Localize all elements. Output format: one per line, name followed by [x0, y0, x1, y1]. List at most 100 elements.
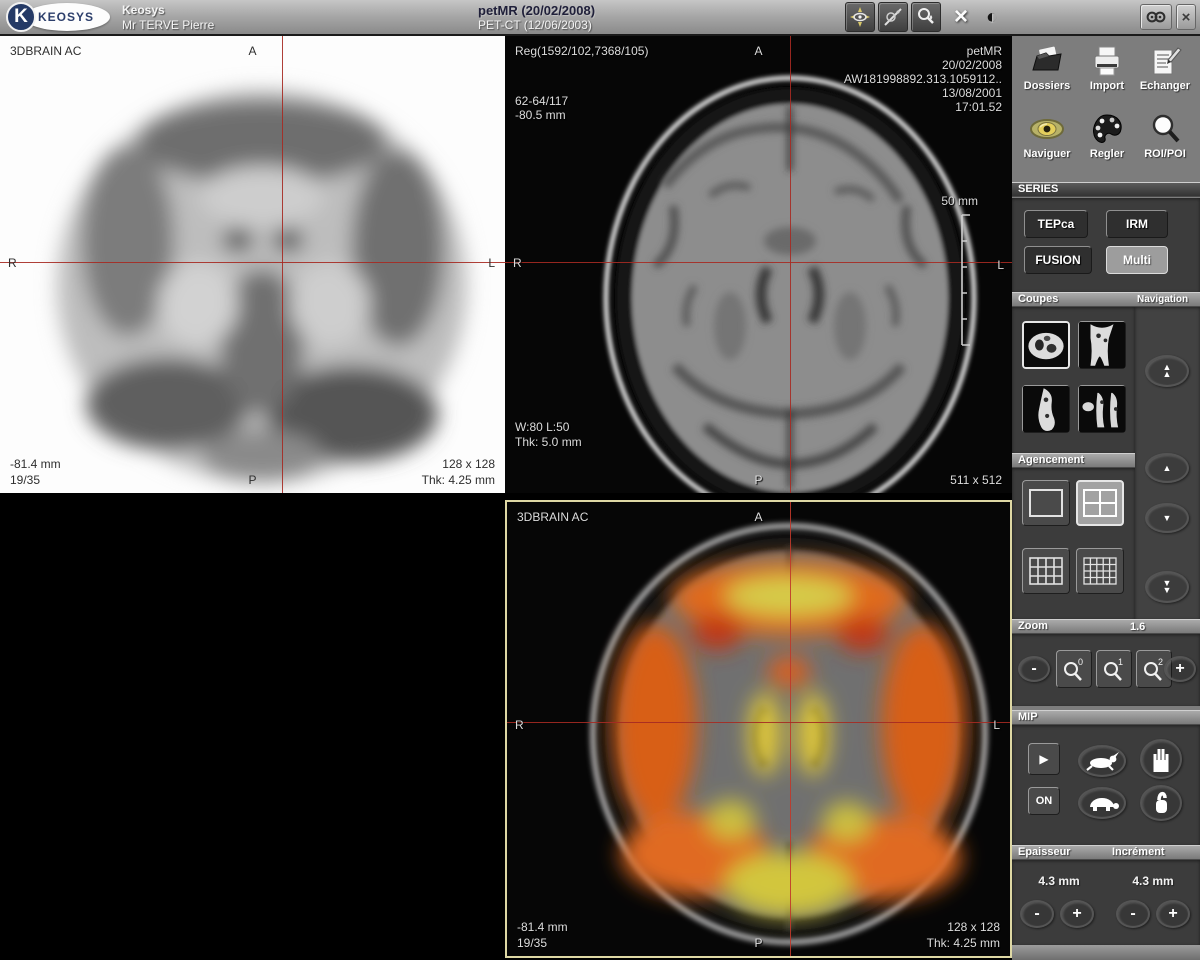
- navigation-section-header: Navigation: [1135, 292, 1200, 307]
- slice-thickness: Thk: 5.0 mm: [515, 435, 582, 449]
- nav-first-slice-button[interactable]: ▲▲: [1145, 355, 1189, 387]
- series-panel: TEPca IRM FUSION Multi: [1012, 198, 1200, 292]
- series-info-line: AW181998892.313.1059112..: [844, 72, 1002, 86]
- viewport-mri-axial[interactable]: Reg(1592/102,7368/105) A petMR 20/02/200…: [505, 36, 1012, 493]
- zoom-panel: - 0 1 2: [1012, 634, 1200, 706]
- matrix-size: 128 x 128: [442, 457, 495, 471]
- layout-3x4-button[interactable]: [1022, 548, 1070, 594]
- crosshair-vertical[interactable]: [282, 36, 283, 493]
- layout-1x1-button[interactable]: [1022, 480, 1070, 526]
- svg-text:1: 1: [1118, 657, 1123, 667]
- layout-4x5-icon: [1083, 557, 1117, 585]
- tool-roi-poi[interactable]: ROI/POI: [1136, 112, 1194, 160]
- magnifier-1-icon: 1: [1101, 656, 1127, 682]
- tool-label: ROI/POI: [1136, 148, 1194, 160]
- orientation-anterior: A: [754, 510, 762, 524]
- coupe-coronal-button[interactable]: [1078, 321, 1126, 369]
- orientation-posterior: P: [248, 473, 256, 487]
- series-section-header: SERIES: [1012, 182, 1200, 197]
- rabbit-icon: [1084, 751, 1120, 771]
- tool-echanger[interactable]: Echanger: [1136, 44, 1194, 92]
- align-views-button[interactable]: [845, 2, 875, 32]
- coupe-sagittal-button[interactable]: [1022, 385, 1070, 433]
- tool-dossiers[interactable]: Dossiers: [1018, 44, 1076, 92]
- coupe-multi-button[interactable]: [1078, 385, 1126, 433]
- study-title: petMR (20/02/2008): [478, 3, 595, 18]
- zoom-in-button[interactable]: +: [1164, 656, 1196, 682]
- increment-decrease-button[interactable]: -: [1116, 900, 1150, 928]
- compass-arrows-icon: [849, 6, 871, 28]
- mip-play-button[interactable]: ▶: [1028, 743, 1060, 775]
- magnifier-drop-icon: [915, 6, 937, 28]
- mip-slow-button[interactable]: [1078, 787, 1126, 819]
- tool-label: Import: [1078, 80, 1136, 92]
- mip-fast-button[interactable]: [1078, 745, 1126, 777]
- zoom-out-button[interactable]: -: [1018, 656, 1050, 682]
- mip-section-header: MIP: [1012, 710, 1200, 725]
- slice-number: 19/35: [517, 936, 547, 950]
- series-button-irm[interactable]: IRM: [1106, 210, 1168, 238]
- zoom-value: 1.6: [1130, 621, 1145, 634]
- tool-import[interactable]: Import: [1078, 44, 1136, 92]
- slice-number: 19/35: [10, 473, 40, 487]
- matrix-size: 511 x 512: [950, 473, 1002, 487]
- layout-3x4-icon: [1029, 557, 1063, 585]
- multi-slice-icon: [1079, 386, 1125, 432]
- coupe-axial-button[interactable]: [1022, 321, 1070, 369]
- mip-stop-button[interactable]: [1140, 739, 1182, 779]
- orientation-left: L: [488, 256, 495, 270]
- series-button-fusion[interactable]: FUSION: [1024, 246, 1092, 274]
- up-arrow-icon: ▲: [1163, 465, 1172, 472]
- series-button-multi[interactable]: Multi: [1106, 246, 1168, 274]
- layout-4x5-button[interactable]: [1076, 548, 1124, 594]
- epaisseur-section-header: Epaisseur: [1012, 845, 1106, 860]
- agencement-panel: [1012, 468, 1135, 619]
- down-arrow-icon: ▼: [1163, 515, 1172, 522]
- thickness-increase-button[interactable]: +: [1060, 900, 1094, 928]
- zoom-preset-1-button[interactable]: 1: [1096, 650, 1132, 688]
- svg-text:0: 0: [1078, 657, 1083, 667]
- mip-on-button[interactable]: ON: [1028, 787, 1060, 815]
- nav-previous-slice-button[interactable]: ▲: [1145, 453, 1189, 483]
- series-button-tepca[interactable]: TEPca: [1024, 210, 1088, 238]
- crosshair-vertical[interactable]: [790, 36, 791, 493]
- close-window-button[interactable]: ×: [1176, 4, 1196, 30]
- increment-increase-button[interactable]: +: [1156, 900, 1190, 928]
- orientation-posterior: P: [754, 473, 762, 487]
- thumb-icon: [1152, 791, 1170, 815]
- sagittal-slice-icon: [1023, 386, 1069, 432]
- sidebar-bottom-strip: [1012, 945, 1200, 960]
- viewport-pet-axial[interactable]: 3DBRAIN AC A R L -81.4 mm 19/35 P 128 x …: [0, 36, 505, 493]
- scale-label: 50 mm: [941, 194, 978, 208]
- logo-text: KEOSYS: [38, 10, 94, 24]
- layout-2x2-button[interactable]: [1076, 480, 1124, 526]
- orientation-posterior: P: [754, 936, 762, 950]
- crosshair-horizontal[interactable]: [0, 262, 505, 263]
- tool-regler[interactable]: Regler: [1078, 112, 1136, 160]
- binoculars-button[interactable]: [1140, 4, 1172, 30]
- contrast-icon[interactable]: ◐: [986, 6, 998, 29]
- svg-text:2: 2: [1158, 657, 1163, 667]
- close-study-button[interactable]: ×: [945, 1, 977, 33]
- hand-icon: [1151, 746, 1171, 772]
- tool-label: Echanger: [1136, 80, 1194, 92]
- crosshair-horizontal[interactable]: [507, 722, 1010, 723]
- nav-last-slice-button[interactable]: ▼▼: [1145, 571, 1189, 603]
- viewport-fusion-axial[interactable]: 3DBRAIN AC A R L -81.4 mm 19/35 P 128 x …: [505, 500, 1012, 958]
- zoom-preset-0-button[interactable]: 0: [1056, 650, 1092, 688]
- printer-icon: [1088, 44, 1126, 78]
- layout-1x1-icon: [1029, 489, 1063, 517]
- mip-grab-button[interactable]: [1140, 785, 1182, 821]
- binoculars-icon: [1146, 10, 1166, 24]
- orientation-right: R: [513, 256, 522, 270]
- series-label: 3DBRAIN AC: [517, 510, 588, 524]
- navigation-panel: ▲▲ ▲ ▼ ▼▼: [1135, 307, 1200, 619]
- tool-naviguer[interactable]: Naviguer: [1018, 112, 1076, 160]
- crosshair-link-button[interactable]: [878, 2, 908, 32]
- crosshair-horizontal[interactable]: [505, 262, 1012, 263]
- thickness-decrease-button[interactable]: -: [1020, 900, 1054, 928]
- magnify-probe-button[interactable]: [911, 2, 941, 32]
- crosshair-vertical[interactable]: [790, 502, 791, 956]
- increment-value: 4.3 mm: [1116, 874, 1190, 888]
- nav-next-slice-button[interactable]: ▼: [1145, 503, 1189, 533]
